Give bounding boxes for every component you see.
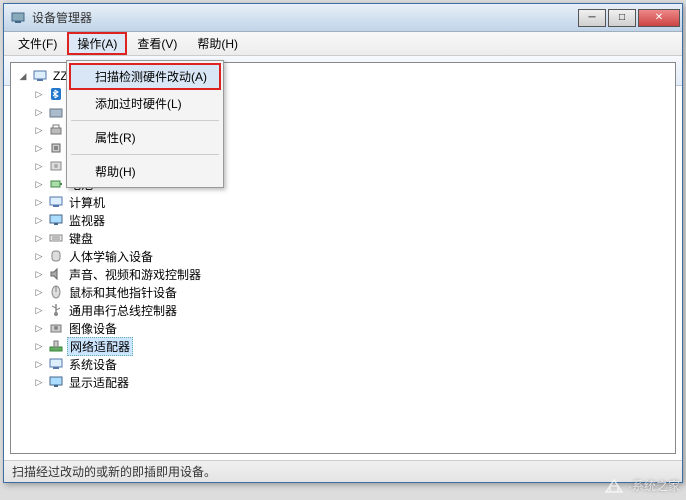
titlebar[interactable]: 设备管理器 ─ □ ✕ — [4, 4, 682, 32]
imaging-icon — [48, 104, 64, 120]
expand-icon[interactable]: ▷ — [33, 250, 45, 262]
tree-node[interactable]: ▷声音、视频和游戏控制器 — [13, 265, 673, 283]
expand-icon[interactable]: ▷ — [33, 268, 45, 280]
expand-icon[interactable]: ▷ — [33, 304, 45, 316]
dropdown-properties[interactable]: 属性(R) — [69, 124, 221, 151]
usb-icon — [48, 302, 64, 318]
disk-icon — [48, 158, 64, 174]
dropdown-separator — [71, 120, 219, 121]
expand-icon[interactable]: ▷ — [33, 196, 45, 208]
action-dropdown: 扫描检测硬件改动(A) 添加过时硬件(L) 属性(R) 帮助(H) — [66, 60, 224, 188]
tree-node[interactable]: ▷鼠标和其他指针设备 — [13, 283, 673, 301]
menu-help[interactable]: 帮助(H) — [187, 32, 248, 55]
mouse-icon — [48, 284, 64, 300]
expand-icon[interactable]: ▷ — [33, 178, 45, 190]
tree-node[interactable]: ▷显示适配器 — [13, 373, 673, 391]
app-icon — [10, 10, 26, 26]
minimize-button[interactable]: ─ — [578, 9, 606, 27]
expand-icon[interactable]: ▷ — [33, 214, 45, 226]
menu-view[interactable]: 查看(V) — [127, 32, 187, 55]
monitor-icon — [48, 212, 64, 228]
expand-icon[interactable]: ▷ — [33, 376, 45, 388]
tree-node[interactable]: ▷键盘 — [13, 229, 673, 247]
expand-icon[interactable]: ▷ — [33, 340, 45, 352]
cpu-icon — [48, 140, 64, 156]
collapse-icon[interactable]: ◢ — [17, 70, 29, 82]
statusbar: 扫描经过改动的或新的即插即用设备。 — [4, 460, 682, 482]
display-icon — [48, 374, 64, 390]
hid-icon — [48, 248, 64, 264]
dropdown-add-legacy[interactable]: 添加过时硬件(L) — [69, 90, 221, 117]
network-icon — [48, 338, 64, 354]
tree-node[interactable]: ▷通用串行总线控制器 — [13, 301, 673, 319]
expand-icon[interactable]: ▷ — [33, 232, 45, 244]
battery-icon — [48, 176, 64, 192]
expand-icon[interactable]: ▷ — [33, 106, 45, 118]
tree-node[interactable]: ▷计算机 — [13, 193, 673, 211]
tree-node-network[interactable]: ▷ 网络适配器 — [13, 337, 673, 355]
camera-icon — [48, 320, 64, 336]
menubar: 文件(F) 操作(A) 查看(V) 帮助(H) 扫描检测硬件改动(A) 添加过时… — [4, 32, 682, 56]
keyboard-icon — [48, 230, 64, 246]
maximize-button[interactable]: □ — [608, 9, 636, 27]
expand-icon[interactable]: ▷ — [33, 358, 45, 370]
close-button[interactable]: ✕ — [638, 9, 680, 27]
tree-node[interactable]: ▷系统设备 — [13, 355, 673, 373]
window-buttons: ─ □ ✕ — [576, 9, 680, 27]
expand-icon[interactable]: ▷ — [33, 322, 45, 334]
bluetooth-icon — [48, 86, 64, 102]
expand-icon[interactable]: ▷ — [33, 142, 45, 154]
tree-node[interactable]: ▷监视器 — [13, 211, 673, 229]
expand-icon[interactable]: ▷ — [33, 286, 45, 298]
computer-icon — [32, 68, 48, 84]
expand-icon[interactable]: ▷ — [33, 88, 45, 100]
status-text: 扫描经过改动的或新的即插即用设备。 — [12, 463, 216, 480]
tree-node[interactable]: ▷人体学输入设备 — [13, 247, 673, 265]
expand-icon[interactable]: ▷ — [33, 124, 45, 136]
dropdown-scan-hardware[interactable]: 扫描检测硬件改动(A) — [69, 63, 221, 90]
tree-node[interactable]: ▷图像设备 — [13, 319, 673, 337]
expand-icon[interactable]: ▷ — [33, 160, 45, 172]
app-window: 设备管理器 ─ □ ✕ 文件(F) 操作(A) 查看(V) 帮助(H) 扫描检测… — [3, 3, 683, 483]
dropdown-separator — [71, 154, 219, 155]
dropdown-help[interactable]: 帮助(H) — [69, 158, 221, 185]
computer-icon — [48, 194, 64, 210]
printer-icon — [48, 122, 64, 138]
system-icon — [48, 356, 64, 372]
tree-node-label: 网络适配器 — [67, 337, 133, 356]
window-title: 设备管理器 — [32, 9, 576, 26]
menu-file[interactable]: 文件(F) — [8, 32, 67, 55]
menu-action[interactable]: 操作(A) — [67, 32, 127, 55]
sound-icon — [48, 266, 64, 282]
